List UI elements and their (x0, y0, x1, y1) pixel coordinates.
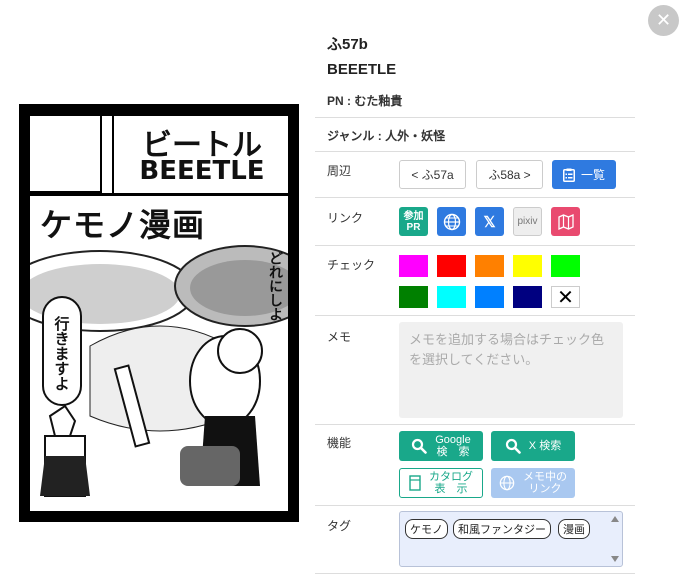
next-space-button[interactable]: ふ58a > (476, 160, 543, 189)
tag-item[interactable]: ケモノ (405, 519, 448, 539)
catalog-view-line1: カタログ (429, 471, 473, 483)
cut-headline: ケモノ漫画 (40, 206, 206, 244)
catalog-view-button[interactable]: カタログ 表 示 (399, 468, 483, 498)
catalog-page-icon (409, 475, 421, 491)
map-link[interactable] (551, 207, 580, 236)
divider (315, 315, 635, 316)
cut-divider (30, 193, 288, 196)
genre: ジャンル : 人外・妖怪 (327, 129, 446, 143)
cut-speech-text-right: どれにしよ (267, 251, 283, 321)
check-color-swatch[interactable] (513, 286, 542, 308)
list-button[interactable]: 一覧 (552, 160, 616, 189)
tag-item[interactable]: 漫画 (558, 519, 590, 539)
memo-link-line1: メモ中の (523, 471, 567, 483)
tag-item[interactable]: 和風ファンタジー (453, 519, 551, 539)
close-icon: ✕ (655, 10, 672, 31)
pixiv-label: pixiv (517, 216, 538, 227)
globe-icon (499, 475, 515, 491)
check-color-swatch[interactable] (399, 286, 428, 308)
sankasanka-line1: 参加 (403, 210, 424, 222)
memo-link-line2: リンク (528, 483, 562, 495)
check-color-swatch[interactable] (399, 255, 428, 277)
link-label: リンク (327, 211, 364, 225)
memo-textarea[interactable]: メモを追加する場合はチェック色を選択してください。 (399, 322, 623, 418)
sankasanka-pr-link[interactable]: 参加 PR (399, 207, 428, 236)
check-color-swatch[interactable] (513, 255, 542, 277)
memo-link-button[interactable]: メモ中の リンク (491, 468, 575, 498)
pixiv-link[interactable]: pixiv (513, 207, 542, 236)
sankasanka-line2: PR (406, 221, 421, 233)
circle-cut-image: ビートル BEEETLE ケモノ漫画 行きますよ どれにしよ (19, 104, 299, 522)
divider (315, 505, 635, 506)
cut-empty-box (30, 116, 102, 193)
divider (315, 197, 635, 198)
check-color-swatch[interactable] (475, 255, 504, 277)
tag-scrollbar[interactable] (610, 514, 620, 564)
scroll-up-icon[interactable] (611, 516, 619, 522)
check-color-swatch[interactable] (551, 255, 580, 277)
close-button[interactable]: ✕ (648, 5, 679, 36)
tag-list[interactable]: ケモノ 和風ファンタジー 漫画 (399, 511, 623, 567)
circle-name: BEEETLE (327, 61, 397, 78)
nearby-label: 周辺 (327, 164, 352, 178)
check-label: チェック (327, 258, 376, 272)
x-profile-link[interactable]: 𝕏 (475, 207, 504, 236)
search-icon (505, 438, 521, 454)
google-search-line2: 検 索 (436, 446, 470, 458)
x-logo-icon: 𝕏 (483, 213, 496, 231)
x-search-label: X 検索 (528, 440, 562, 452)
cut-title-en: BEEETLE (139, 156, 265, 186)
pen-name: PN : むた釉貴 (327, 94, 403, 108)
divider (315, 151, 635, 152)
list-button-label: 一覧 (580, 168, 605, 182)
x-search-button[interactable]: X 検索 (491, 431, 575, 461)
catalog-view-line2: 表 示 (434, 483, 468, 495)
cut-title-box: ビートル BEEETLE (112, 116, 288, 193)
check-color-swatch[interactable] (437, 255, 466, 277)
tag-label: タグ (327, 519, 352, 533)
search-icon (412, 438, 428, 454)
divider (315, 117, 635, 118)
space-code: ふ57b (327, 36, 368, 53)
globe-icon (443, 213, 460, 230)
google-search-line1: Google (435, 434, 471, 446)
scroll-down-icon[interactable] (611, 556, 619, 562)
cut-speech-bubble-left: 行きますよ (42, 296, 82, 406)
divider (315, 424, 635, 425)
prev-space-button[interactable]: < ふ57a (399, 160, 466, 189)
clear-check-button[interactable]: ✕ (551, 286, 580, 308)
close-icon: ✕ (557, 285, 574, 309)
website-link[interactable] (437, 207, 466, 236)
check-color-swatch[interactable] (475, 286, 504, 308)
clipboard-list-icon (562, 168, 575, 182)
google-search-button[interactable]: Google 検 索 (399, 431, 483, 461)
function-label: 機能 (327, 436, 352, 450)
cut-artwork: ビートル BEEETLE ケモノ漫画 行きますよ どれにしよ (30, 116, 288, 511)
check-color-swatch[interactable] (437, 286, 466, 308)
divider (315, 573, 635, 574)
map-icon (557, 213, 574, 230)
memo-label: メモ (327, 330, 352, 344)
divider (315, 245, 635, 246)
